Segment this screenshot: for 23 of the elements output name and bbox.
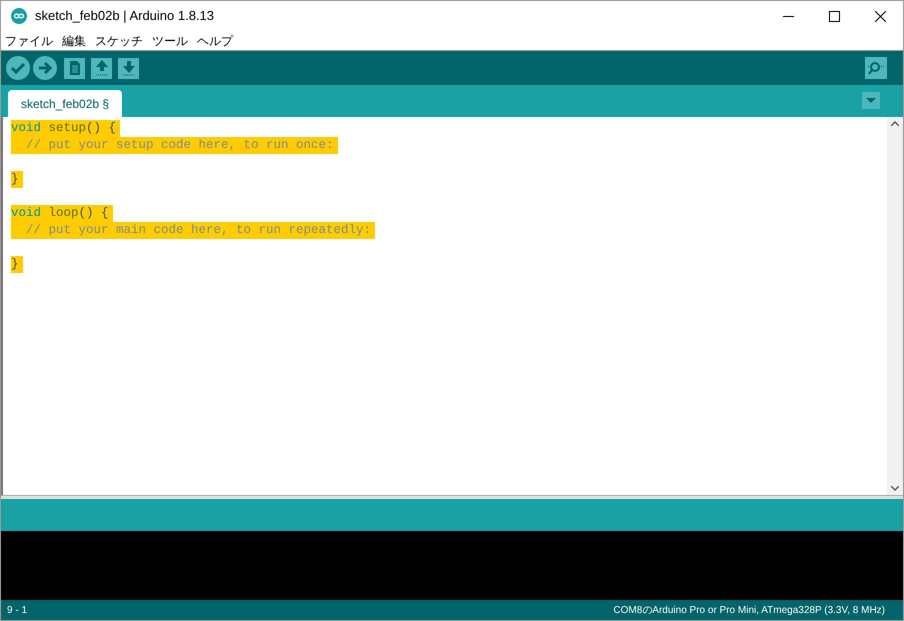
board-info: COM8のArduino Pro or Pro Mini, ATmega328P (3.3V, 8 MHz) [613,604,885,618]
save-button[interactable] [118,58,139,78]
tab-menu-button[interactable] [862,92,880,109]
scroll-up-icon [891,121,899,126]
verify-button[interactable] [6,56,30,80]
menu-item[interactable]: スケッチ [95,32,143,50]
menu-item[interactable]: 編集 [62,32,86,50]
menu-item[interactable]: ファイル [5,32,53,50]
scrollbar[interactable] [887,117,903,495]
maximize-icon [828,10,840,22]
window-title: sketch_feb02b | Arduino 1.8.13 [35,7,214,26]
scroll-down-icon [891,486,899,491]
sketch-tab[interactable]: sketch_feb02b § [8,90,122,117]
line-position: 9 - 1 [7,604,28,618]
caret-down-icon [866,98,876,103]
new-button[interactable] [64,58,85,78]
app-logo-icon [11,8,27,24]
serial-monitor-button[interactable] [865,57,887,79]
open-button[interactable] [91,58,112,78]
upload-button[interactable] [33,56,57,80]
menu-item[interactable]: ヘルプ [197,32,233,50]
menu-item[interactable]: ツール [152,32,188,50]
close-icon [874,10,886,22]
